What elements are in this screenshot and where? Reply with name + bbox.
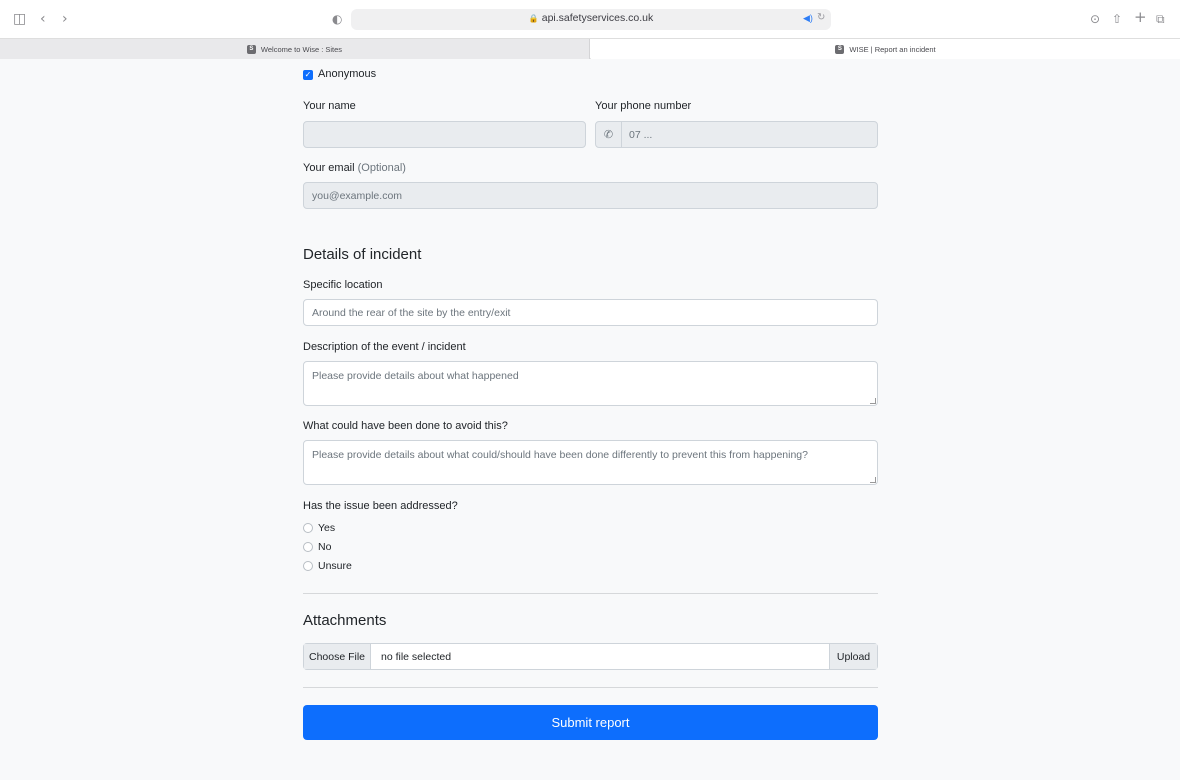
phone-label: Your phone number: [595, 100, 692, 112]
resize-handle-icon[interactable]: [870, 398, 876, 404]
lock-icon: 🔒: [528, 14, 539, 23]
anonymous-label: Anonymous: [318, 68, 377, 80]
upload-button[interactable]: Upload: [829, 644, 877, 669]
divider: [303, 593, 878, 594]
name-label: Your name: [303, 100, 356, 112]
description-textarea[interactable]: Please provide details about what happen…: [303, 361, 878, 406]
tab-welcome[interactable]: S Welcome to Wise : Sites: [0, 39, 590, 59]
email-label: Your email (Optional): [303, 162, 406, 174]
tab-overview-icon[interactable]: ⧉: [1156, 10, 1165, 28]
phone-input[interactable]: 07 ...: [622, 122, 652, 147]
choose-file-button[interactable]: Choose File: [304, 644, 371, 669]
location-input[interactable]: Around the rear of the site by the entry…: [303, 299, 878, 326]
sidebar-toggle-icon[interactable]: ◫: [13, 10, 26, 28]
description-placeholder: Please provide details about what happen…: [312, 370, 519, 382]
radio-label-unsure: Unsure: [318, 560, 352, 572]
file-status-text: no file selected: [381, 650, 452, 663]
new-tab-icon[interactable]: +: [1134, 8, 1147, 26]
radio-label-yes: Yes: [318, 522, 336, 534]
tab-bar: S Welcome to Wise : Sites S WISE | Repor…: [0, 38, 1180, 59]
privacy-shield-icon[interactable]: ◐: [332, 10, 342, 28]
speaker-icon[interactable]: ◀): [803, 13, 813, 24]
phone-icon: ✆: [596, 122, 622, 147]
tab-label: Welcome to Wise : Sites: [260, 44, 343, 54]
radio-label-no: No: [318, 541, 332, 553]
forward-icon[interactable]: ›: [62, 10, 68, 28]
attachments-heading: Attachments: [303, 612, 387, 629]
submit-report-button[interactable]: Submit report: [303, 705, 878, 740]
radio-unsure[interactable]: [303, 561, 313, 571]
radio-no[interactable]: [303, 542, 313, 552]
radio-yes[interactable]: [303, 523, 313, 533]
location-label: Specific location: [303, 279, 383, 291]
email-label-text: Your email: [303, 162, 355, 174]
divider: [303, 687, 878, 688]
addressed-label: Has the issue been addressed?: [303, 500, 458, 512]
anonymous-checkbox[interactable]: ✓: [303, 70, 313, 80]
browser-toolbar: ◫ ‹ › ◐ 🔒 api.safetyservices.co.uk ◀) ↻ ⊙…: [0, 0, 1180, 38]
site-favicon-icon: S: [246, 44, 256, 54]
name-input[interactable]: [303, 121, 586, 148]
back-icon[interactable]: ‹: [40, 10, 46, 28]
resize-handle-icon[interactable]: [870, 477, 876, 483]
address-bar[interactable]: 🔒 api.safetyservices.co.uk ◀) ↻: [351, 9, 831, 30]
reload-icon[interactable]: ↻: [817, 12, 825, 23]
optional-hint: (Optional): [357, 162, 406, 174]
avoid-placeholder: Please provide details about what could/…: [312, 449, 808, 461]
email-input[interactable]: you@example.com: [303, 182, 878, 209]
avoid-label: What could have been done to avoid this?: [303, 420, 508, 432]
download-icon[interactable]: ⊙: [1090, 10, 1100, 28]
phone-input-group: ✆ 07 ...: [595, 121, 878, 148]
description-label: Description of the event / incident: [303, 341, 466, 353]
url-text: api.safetyservices.co.uk: [541, 12, 654, 24]
tab-label: WISE | Report an incident: [849, 44, 936, 54]
file-input-group: Choose File no file selected Upload: [303, 643, 878, 670]
avoid-textarea[interactable]: Please provide details about what could/…: [303, 440, 878, 485]
tab-report-incident[interactable]: S WISE | Report an incident: [591, 39, 1180, 59]
site-favicon-icon: S: [835, 44, 845, 54]
details-heading: Details of incident: [303, 246, 422, 263]
share-icon[interactable]: ⇧: [1112, 10, 1122, 28]
